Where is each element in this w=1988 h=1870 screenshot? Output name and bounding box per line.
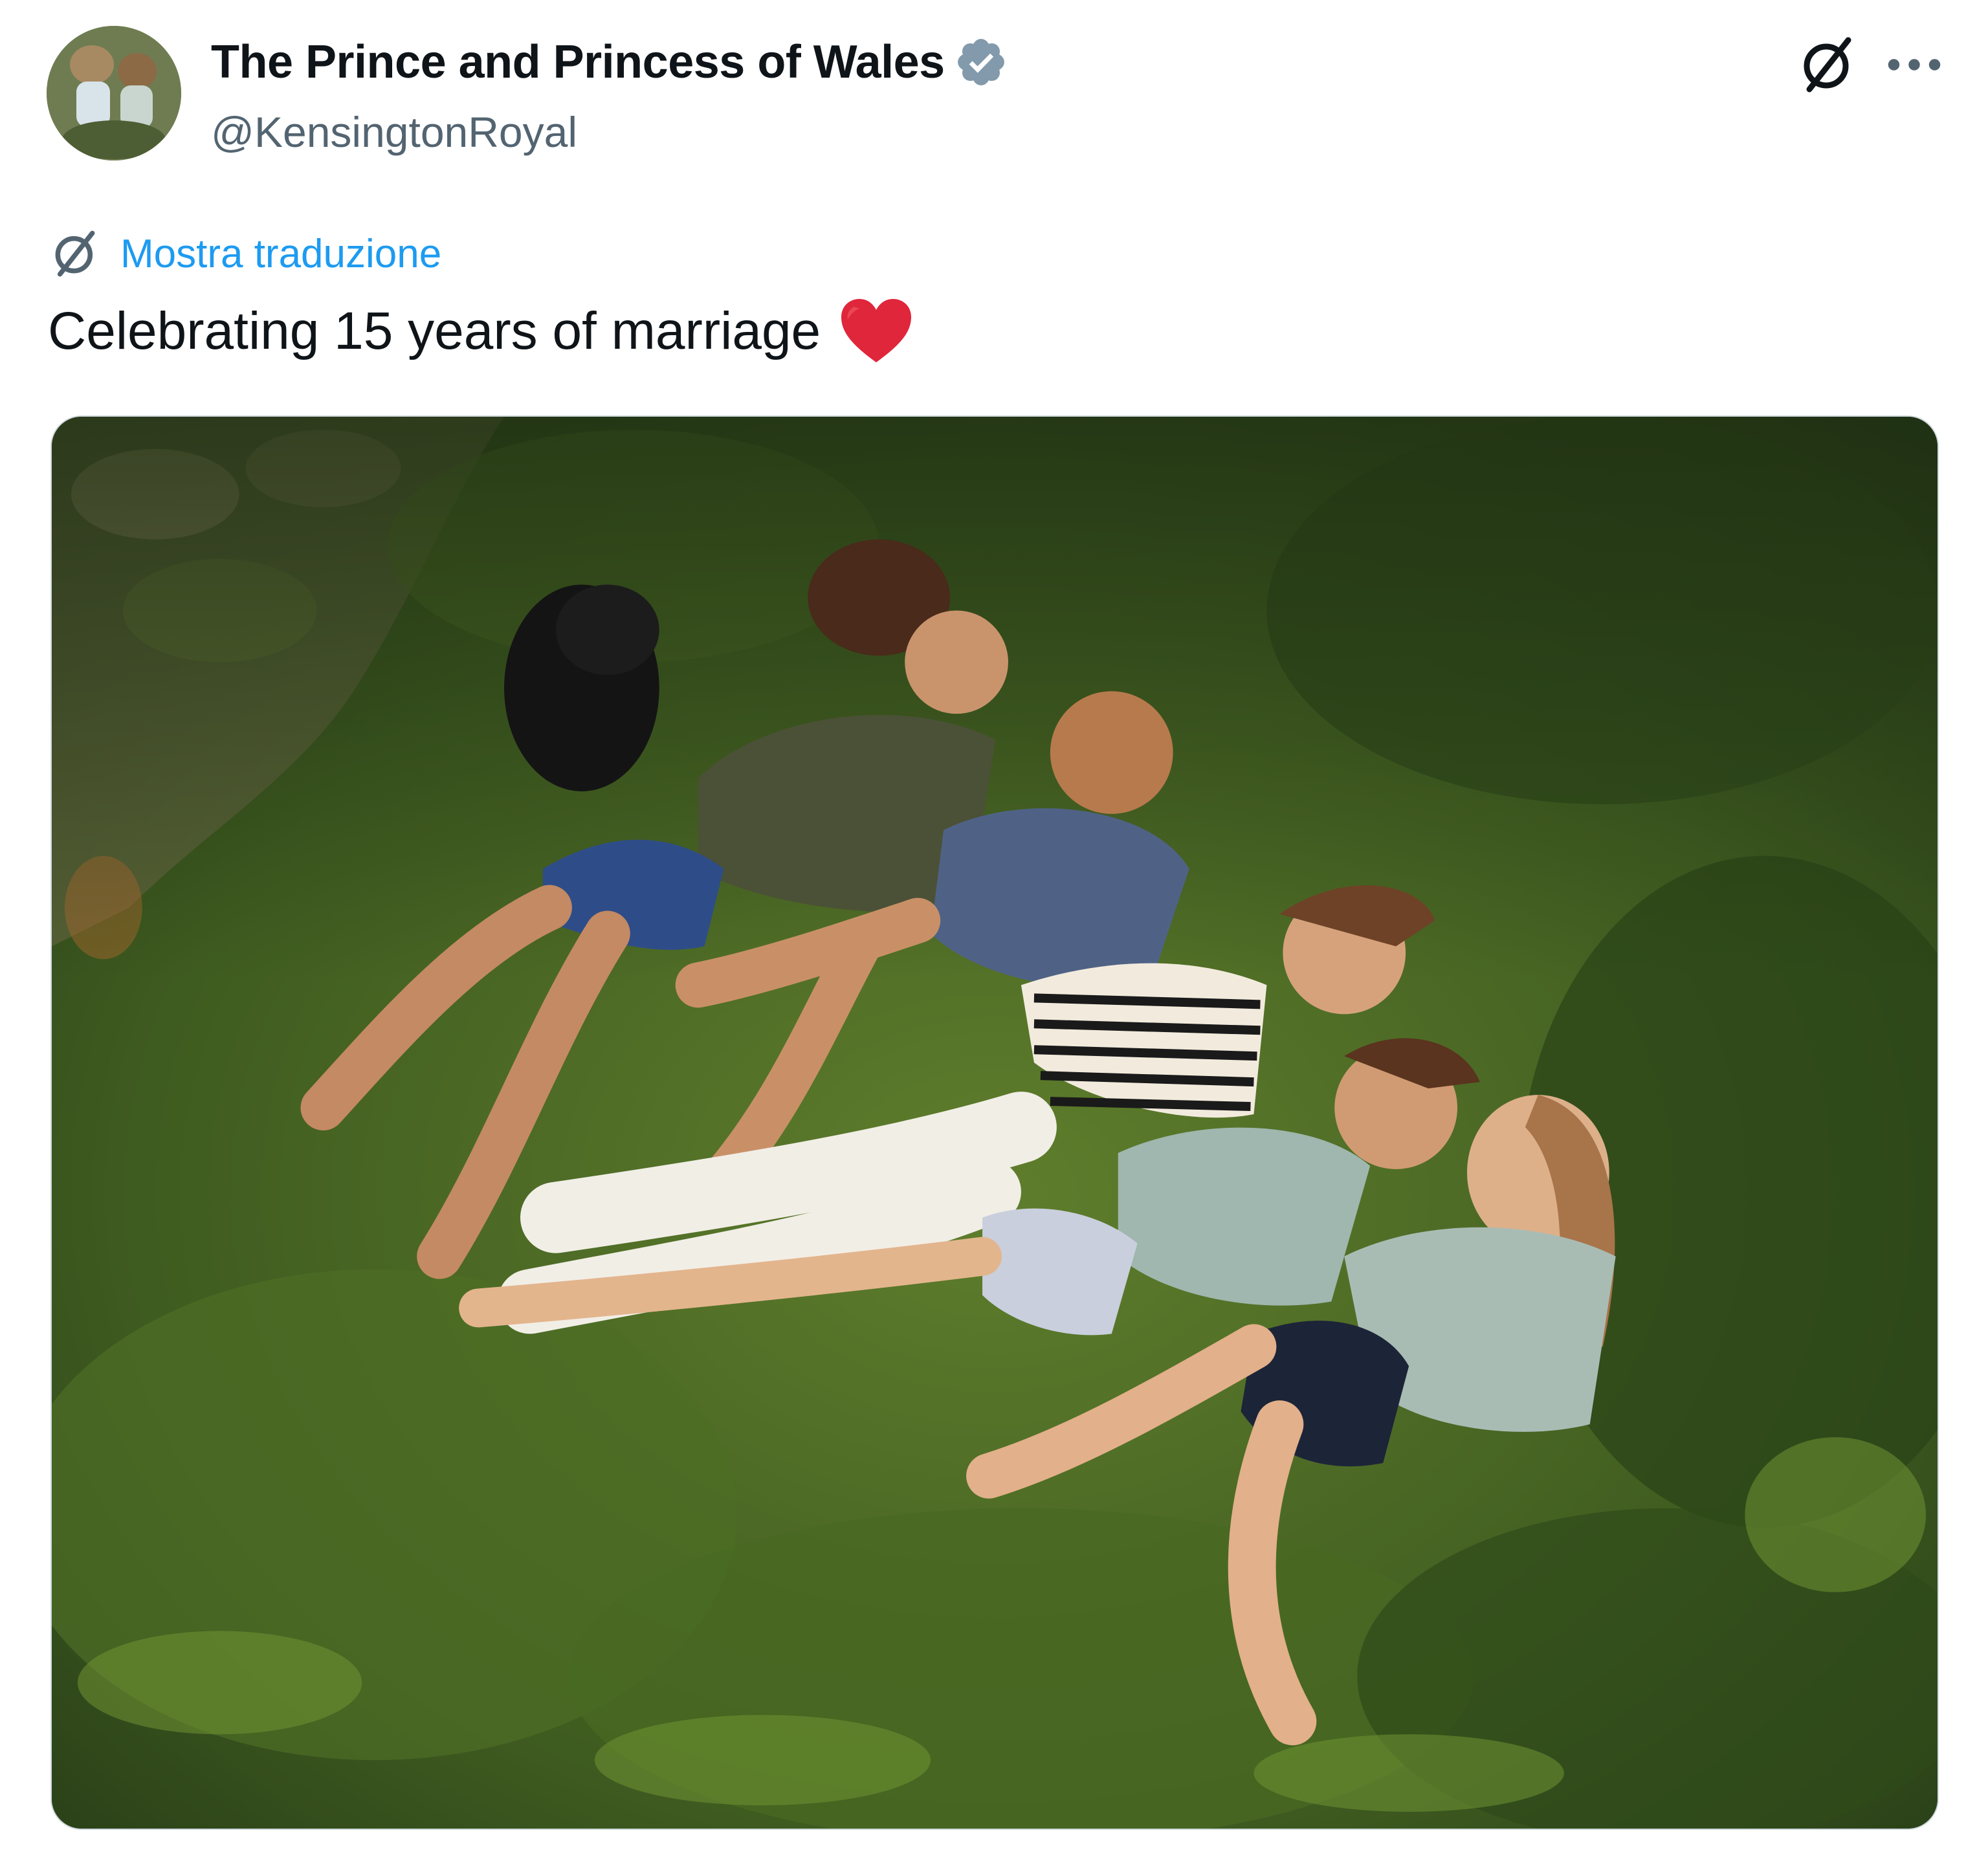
author-handle[interactable]: @KensingtonRoyal <box>211 107 577 157</box>
post-photo[interactable] <box>50 415 1939 1830</box>
grok-icon[interactable] <box>1796 34 1859 96</box>
more-icon[interactable] <box>1884 35 1944 94</box>
post-text-content: Celebrating 15 years of marriage <box>48 302 821 360</box>
author-name-text: The Prince and Princess of Wales <box>211 36 945 88</box>
show-translation-link[interactable]: Mostra traduzione <box>120 231 441 277</box>
post-text: Celebrating 15 years of marriage <box>48 298 912 365</box>
grok-translate-icon <box>49 228 101 280</box>
red-heart-icon <box>840 298 912 365</box>
show-translation-row[interactable]: Mostra traduzione <box>49 228 441 280</box>
author-display-name[interactable]: The Prince and Princess of Wales <box>211 35 1008 89</box>
avatar[interactable] <box>47 26 181 160</box>
verified-badge-icon <box>954 35 1008 89</box>
